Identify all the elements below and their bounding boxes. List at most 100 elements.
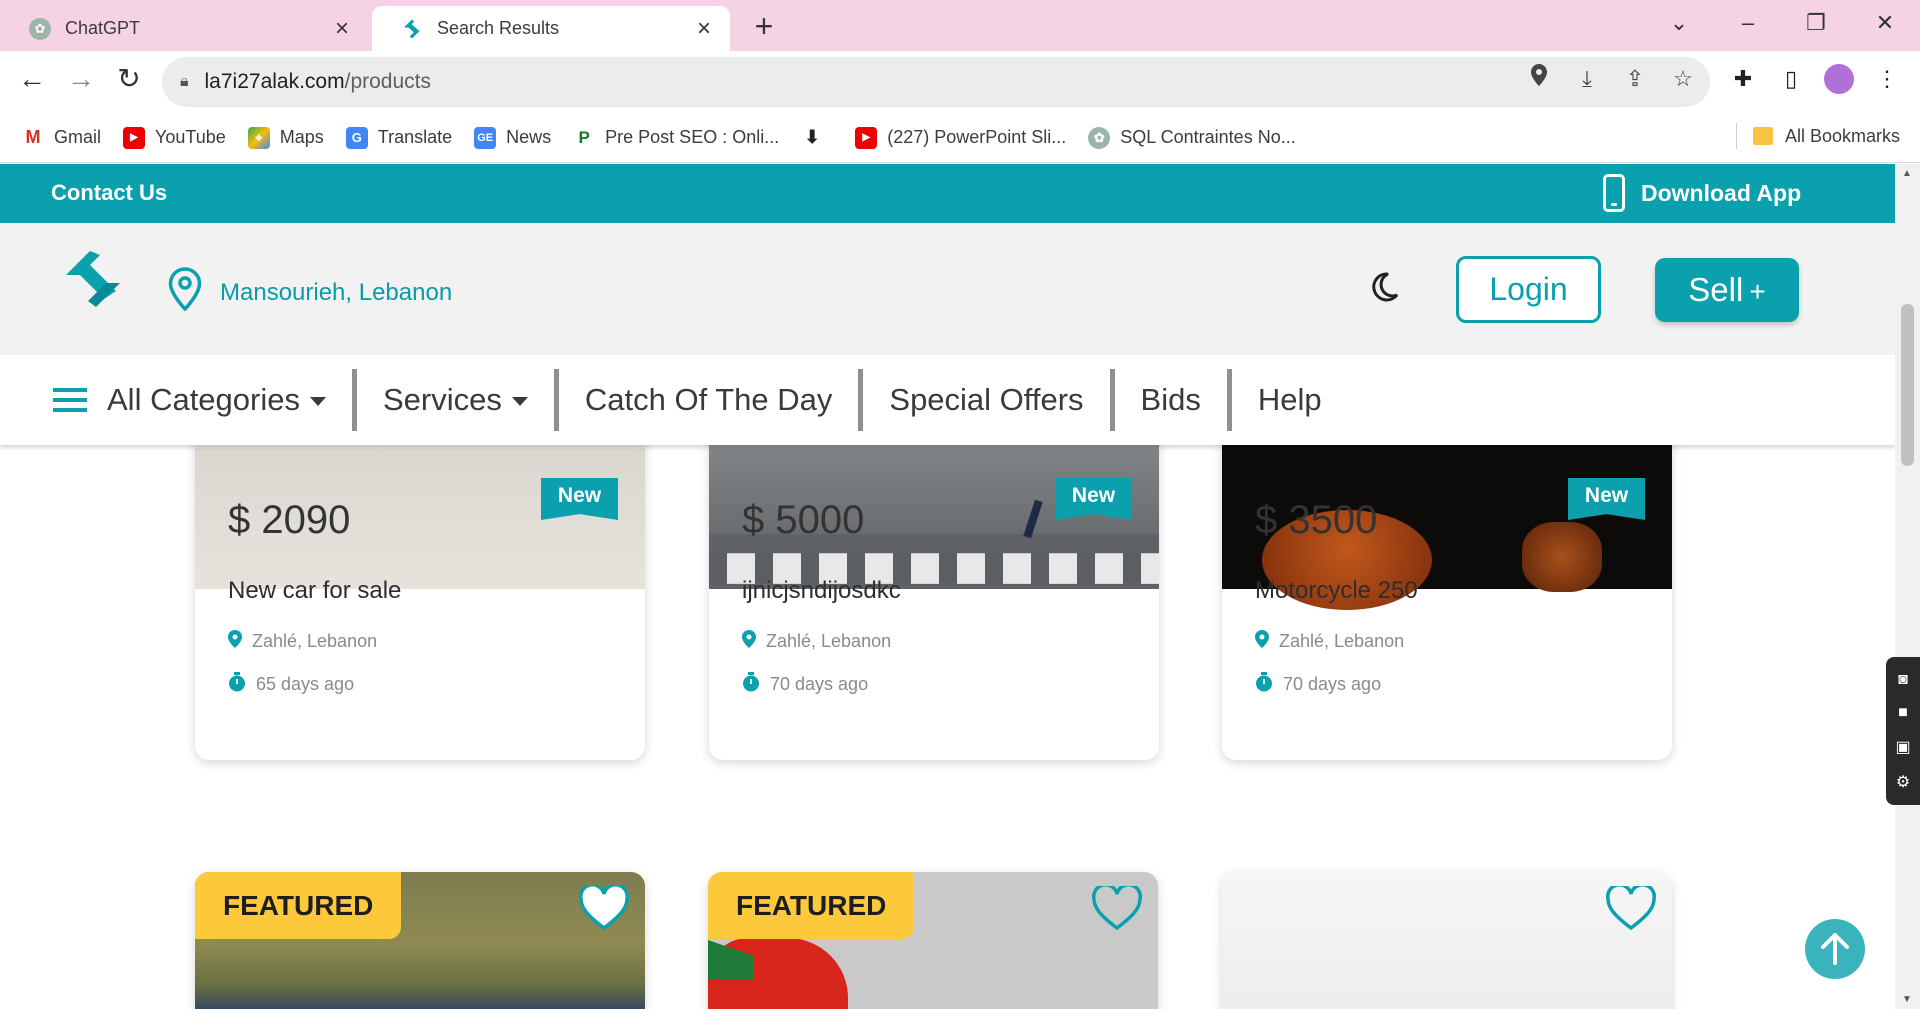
chatgpt-icon: ✿ bbox=[1088, 126, 1111, 149]
product-price: $ 5000 bbox=[742, 498, 865, 542]
profile-avatar[interactable] bbox=[1824, 64, 1854, 94]
tab-strip: ✿ ChatGPT × Search Results × + ⌄ – ❐ ✕ bbox=[0, 0, 1920, 51]
minimize-icon[interactable]: – bbox=[1732, 8, 1764, 38]
bookmark-news[interactable]: GE News bbox=[474, 126, 551, 149]
product-title: ijnicjsndijosdkc bbox=[742, 577, 901, 604]
product-age: 65 days ago bbox=[228, 672, 354, 697]
bookmark-download[interactable]: ⬇ bbox=[801, 127, 833, 149]
featured-card[interactable]: FEATURED bbox=[195, 872, 645, 1009]
product-price: $ 3500 bbox=[1255, 498, 1378, 542]
phone-icon bbox=[1603, 174, 1625, 212]
tab-search-results[interactable]: Search Results × bbox=[372, 6, 730, 51]
dark-mode-toggle-icon[interactable] bbox=[1368, 271, 1400, 308]
download-app-link[interactable]: Download App bbox=[1603, 174, 1801, 212]
all-bookmarks[interactable]: All Bookmarks bbox=[1735, 123, 1900, 149]
location-selector[interactable]: Mansourieh, Lebanon bbox=[168, 267, 452, 318]
product-location: Zahlé, Lebanon bbox=[1255, 630, 1404, 653]
product-card[interactable]: $ 2090 New New car for sale Zahlé, Leban… bbox=[195, 414, 645, 760]
nav-help[interactable]: Help bbox=[1226, 369, 1348, 431]
page-viewport: Contact Us Download App Mansourieh, Leba… bbox=[0, 164, 1895, 1009]
download-icon: ⬇ bbox=[804, 127, 820, 147]
camera-icon[interactable]: ◙ bbox=[1898, 671, 1908, 689]
video-icon[interactable]: ■ bbox=[1898, 704, 1908, 722]
nav-all-categories[interactable]: All Categories bbox=[107, 369, 352, 431]
bookmark-youtube[interactable]: ▶ YouTube bbox=[123, 126, 226, 149]
bookmark-sql[interactable]: ✿ SQL Contraintes No... bbox=[1088, 126, 1296, 149]
maps-icon: ⌖ bbox=[247, 126, 270, 149]
star-icon[interactable]: ☆ bbox=[1668, 64, 1698, 94]
category-nav-sticky: All Categories Services Catch Of The Day… bbox=[0, 355, 1895, 445]
stopwatch-icon bbox=[228, 672, 246, 697]
tab-search-chevron-icon[interactable]: ⌄ bbox=[1663, 8, 1695, 38]
caret-down-icon bbox=[511, 397, 528, 406]
browser-toolbar: ← → ↻ 🔒︎ la7i27alak.com/products ⤓ ⇪ ☆ ✚… bbox=[0, 51, 1920, 113]
close-window-icon[interactable]: ✕ bbox=[1869, 8, 1901, 38]
product-card[interactable]: $ 5000 New ijnicjsndijosdkc Zahlé, Leban… bbox=[709, 414, 1159, 760]
site-header: Mansourieh, Lebanon Login Sell + bbox=[0, 223, 1895, 355]
nav-bids[interactable]: Bids bbox=[1109, 369, 1227, 431]
nav-special-offers[interactable]: Special Offers bbox=[858, 369, 1109, 431]
featured-card[interactable]: FEATURED bbox=[708, 872, 1158, 1009]
featured-card[interactable] bbox=[1222, 872, 1672, 1009]
share-icon[interactable]: ⇪ bbox=[1620, 64, 1650, 94]
restore-icon[interactable]: ❐ bbox=[1800, 8, 1832, 38]
featured-badge: FEATURED bbox=[195, 872, 402, 939]
site-logo[interactable] bbox=[62, 249, 124, 314]
location-icon[interactable] bbox=[1524, 64, 1554, 94]
close-tab-icon[interactable]: × bbox=[330, 15, 354, 43]
youtube-icon: ▶ bbox=[855, 126, 878, 149]
scrollbar-thumb[interactable] bbox=[1901, 304, 1914, 466]
prepostseo-icon: P bbox=[578, 127, 590, 147]
map-pin-icon bbox=[228, 630, 242, 653]
extensions-icon[interactable]: ✚ bbox=[1728, 64, 1758, 94]
bookmarks-bar: M Gmail ▶ YouTube ⌖ Maps G Translate GE News … bbox=[0, 113, 1920, 163]
side-panel-icon[interactable]: ▯ bbox=[1776, 64, 1806, 94]
product-location: Zahlé, Lebanon bbox=[742, 630, 891, 653]
image-icon[interactable]: ▣ bbox=[1895, 737, 1910, 757]
lock-icon: 🔒︎ bbox=[180, 73, 189, 90]
nav-services[interactable]: Services bbox=[351, 369, 554, 431]
scroll-down-arrow-icon[interactable]: ▼ bbox=[1902, 994, 1912, 1005]
reload-icon[interactable]: ↻ bbox=[109, 59, 149, 99]
bookmark-translate[interactable]: G Translate bbox=[345, 126, 452, 149]
stopwatch-icon bbox=[1255, 672, 1273, 697]
tab-title: ChatGPT bbox=[65, 18, 141, 38]
youtube-icon: ▶ bbox=[123, 126, 146, 149]
heart-icon[interactable] bbox=[1605, 883, 1657, 937]
product-title: New car for sale bbox=[228, 577, 402, 604]
close-tab-icon[interactable]: × bbox=[692, 15, 716, 43]
bookmark-powerpoint[interactable]: ▶ (227) PowerPoint Sli... bbox=[855, 126, 1066, 149]
new-tab-button[interactable]: + bbox=[748, 8, 780, 44]
bookmark-gmail[interactable]: M Gmail bbox=[22, 127, 102, 149]
capture-toolbar: ◙ ■ ▣ ⚙ bbox=[1886, 657, 1920, 805]
heart-icon[interactable] bbox=[1091, 883, 1143, 937]
page-scrollbar[interactable]: ▲ ▼ bbox=[1895, 164, 1920, 1009]
sell-button[interactable]: Sell + bbox=[1655, 258, 1799, 322]
nav-catch-of-the-day[interactable]: Catch Of The Day bbox=[553, 369, 859, 431]
plus-icon: + bbox=[1749, 276, 1766, 307]
gmail-icon: M bbox=[25, 127, 41, 147]
bookmark-prepostseo[interactable]: P Pre Post SEO : Onli... bbox=[573, 127, 779, 149]
scroll-to-top-button[interactable] bbox=[1805, 919, 1865, 979]
site-logo-icon bbox=[401, 18, 423, 40]
news-icon: GE bbox=[474, 126, 497, 149]
tab-chatgpt[interactable]: ✿ ChatGPT × bbox=[0, 6, 368, 51]
translate-icon: G bbox=[345, 126, 368, 149]
map-pin-icon bbox=[168, 267, 202, 318]
back-icon[interactable]: ← bbox=[12, 59, 52, 99]
bookmark-maps[interactable]: ⌖ Maps bbox=[247, 126, 324, 149]
featured-badge: FEATURED bbox=[708, 872, 915, 939]
product-title: Motorcycle 250 bbox=[1255, 577, 1418, 604]
settings-gear-icon[interactable]: ⚙ bbox=[1896, 772, 1910, 792]
new-badge: New bbox=[1568, 478, 1645, 520]
scroll-up-arrow-icon[interactable]: ▲ bbox=[1902, 168, 1912, 179]
contact-us-link[interactable]: Contact Us bbox=[51, 180, 167, 206]
install-app-icon[interactable]: ⤓ bbox=[1572, 64, 1602, 94]
hamburger-menu-icon[interactable] bbox=[53, 387, 87, 413]
heart-icon[interactable] bbox=[578, 883, 630, 937]
address-bar[interactable]: 🔒︎ la7i27alak.com/products bbox=[162, 57, 1710, 107]
login-button[interactable]: Login bbox=[1456, 256, 1601, 323]
menu-kebab-icon[interactable]: ⋮ bbox=[1872, 64, 1902, 94]
forward-icon[interactable]: → bbox=[61, 59, 101, 99]
product-card[interactable]: $ 3500 New Motorcycle 250 Zahlé, Lebanon… bbox=[1222, 414, 1672, 760]
